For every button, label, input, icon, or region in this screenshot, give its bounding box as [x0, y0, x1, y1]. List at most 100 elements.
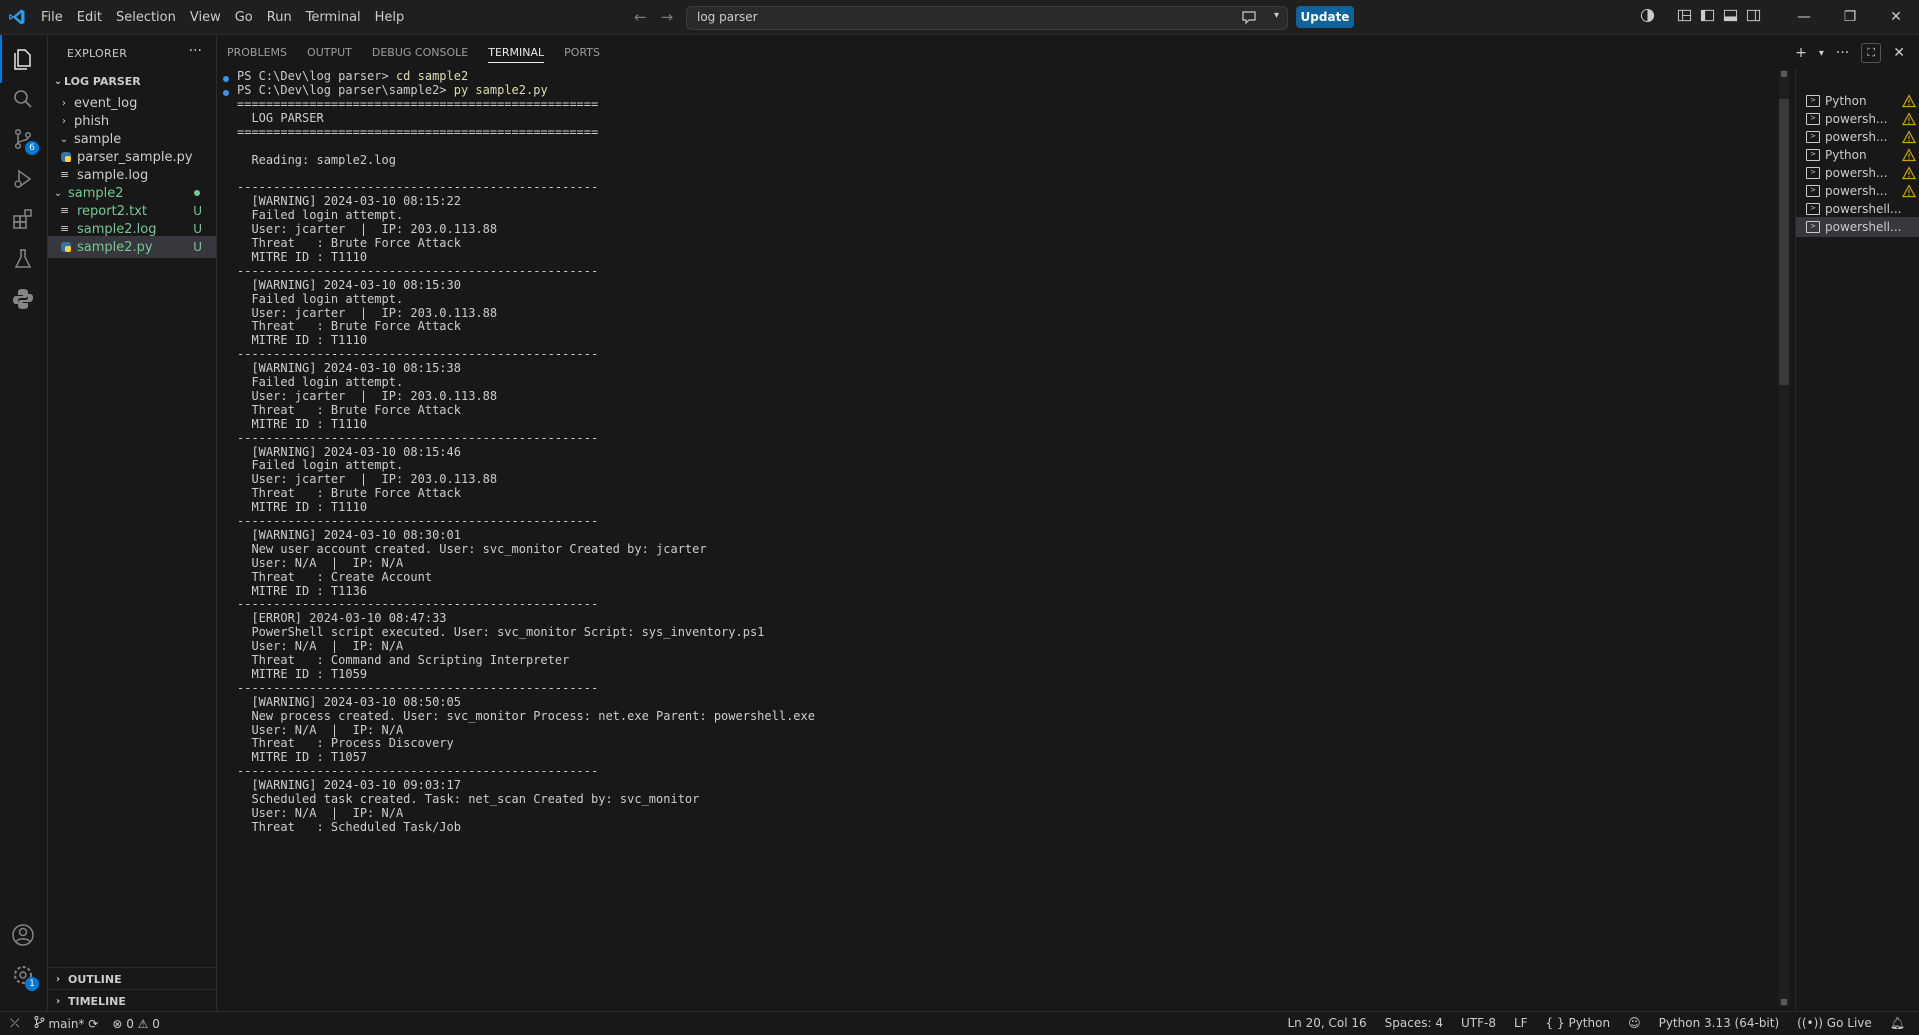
python-icon[interactable]	[11, 287, 35, 311]
terminal-item-label: powersh...	[1825, 130, 1888, 144]
log-file-icon: ≡	[60, 168, 70, 181]
minimize-icon[interactable]: —	[1781, 0, 1827, 34]
testing-icon[interactable]	[11, 247, 35, 271]
explorer-icon[interactable]	[0, 35, 35, 83]
terminal-icon: >	[1806, 149, 1820, 161]
explorer-root-folder[interactable]: ⌄ LOG PARSER	[48, 70, 216, 92]
remote-icon[interactable]: ⤫	[10, 1016, 20, 1031]
copilot-status-icon[interactable]: ☺	[1628, 1016, 1641, 1030]
scroll-down-icon[interactable]	[1781, 999, 1787, 1005]
terminal-item-powershell-active[interactable]: > powershell...	[1796, 217, 1919, 237]
menu-run[interactable]: Run	[260, 10, 299, 25]
tab-ports[interactable]: PORTS	[554, 35, 610, 69]
git-branch-icon	[34, 1016, 45, 1028]
indentation[interactable]: Spaces: 4	[1385, 1016, 1443, 1030]
run-debug-icon[interactable]	[11, 167, 35, 191]
accounts-icon[interactable]	[11, 923, 35, 947]
toggle-panel-icon[interactable]	[1723, 8, 1738, 23]
terminal-icon: >	[1806, 203, 1820, 215]
scrollbar-thumb[interactable]	[1779, 99, 1789, 385]
terminal-item-powershell[interactable]: > powersh...	[1796, 109, 1919, 129]
warning-icon	[1902, 130, 1916, 144]
chevron-down-icon[interactable]: ▾	[1819, 48, 1824, 59]
tree-item-label: sample2.py	[77, 239, 153, 255]
more-actions-icon[interactable]: ···	[1836, 45, 1849, 61]
chevron-down-icon[interactable]: ▾	[1274, 10, 1279, 21]
menu-go[interactable]: Go	[228, 10, 260, 25]
tree-item-label: sample2.log	[77, 221, 157, 237]
tab-output[interactable]: OUTPUT	[297, 35, 362, 69]
terminal-item-powershell[interactable]: > powersh...	[1796, 181, 1919, 201]
scroll-up-icon[interactable]	[1781, 71, 1787, 77]
copilot-icon[interactable]	[1640, 8, 1655, 23]
cursor-position[interactable]: Ln 20, Col 16	[1288, 1016, 1367, 1030]
terminal-icon: >	[1806, 167, 1820, 179]
restore-icon[interactable]: ❐	[1827, 0, 1873, 34]
sync-icon[interactable]: ⟳	[88, 1017, 98, 1031]
terminal-output[interactable]: PS C:\Dev\log parser> cd sample2 PS C:\D…	[217, 69, 1767, 1010]
tree-item-label: report2.txt	[77, 203, 147, 219]
update-button[interactable]: Update	[1296, 6, 1354, 28]
menu-view[interactable]: View	[183, 10, 228, 25]
python-interpreter[interactable]: Python 3.13 (64-bit)	[1659, 1016, 1780, 1030]
explorer-title: EXPLORER	[67, 47, 128, 60]
extensions-icon[interactable]	[11, 207, 35, 231]
notifications-bell-icon[interactable]: 🔔︎	[1890, 1016, 1905, 1030]
tree-item-label: event_log	[74, 95, 138, 111]
warning-count: 0	[152, 1016, 160, 1031]
menu-edit[interactable]: Edit	[70, 10, 109, 25]
more-actions-icon[interactable]: ···	[189, 43, 202, 59]
customize-layout-icon[interactable]	[1677, 8, 1692, 23]
terminal-item-powershell[interactable]: > powersh...	[1796, 127, 1919, 147]
terminal-item-python[interactable]: > Python	[1796, 145, 1919, 165]
terminal-item-label: powersh...	[1825, 166, 1888, 180]
close-window-icon[interactable]: ✕	[1873, 0, 1919, 34]
menu-file[interactable]: File	[34, 10, 70, 25]
tree-item-sample2-py[interactable]: sample2.py U	[48, 236, 216, 258]
tree-item-label: parser_sample.py	[77, 149, 193, 165]
chevron-right-icon: ›	[55, 973, 61, 985]
chat-icon[interactable]	[1241, 9, 1257, 25]
settings-gear-icon[interactable]: 1	[11, 963, 39, 991]
terminal-tabs-list: > Python > powersh... > powersh... > Pyt…	[1795, 69, 1919, 1010]
end-of-line[interactable]: LF	[1514, 1016, 1528, 1030]
terminal-item-powershell[interactable]: > powersh...	[1796, 163, 1919, 183]
problems-status[interactable]: ⊗ 0 ⚠ 0	[112, 1017, 160, 1031]
tree-item-label: sample.log	[77, 167, 149, 183]
branch-status[interactable]: main* ⟳	[34, 1016, 98, 1031]
arrow-forward-icon[interactable]: →	[661, 8, 674, 26]
menu-terminal[interactable]: Terminal	[299, 10, 368, 25]
tab-problems[interactable]: PROBLEMS	[217, 35, 297, 69]
terminal-item-label: powersh...	[1825, 184, 1888, 198]
layout-controls	[1640, 8, 1761, 23]
menu-help[interactable]: Help	[368, 10, 412, 25]
tab-debug-console[interactable]: DEBUG CONSOLE	[362, 35, 478, 69]
outline-section[interactable]: › OUTLINE	[48, 967, 216, 990]
terminal-item-python[interactable]: > Python	[1796, 91, 1919, 111]
git-status-badge: U	[193, 240, 202, 254]
source-control-icon[interactable]: 6	[11, 127, 39, 155]
git-status-badge: U	[193, 204, 202, 218]
chevron-down-icon: ⌄	[53, 75, 63, 87]
toggle-primary-sidebar-icon[interactable]	[1700, 8, 1715, 23]
status-left: ⤫ main* ⟳ ⊗ 0 ⚠ 0	[10, 1016, 160, 1031]
go-live[interactable]: ((•)) Go Live	[1797, 1016, 1872, 1030]
terminal-item-label: Python	[1825, 148, 1867, 162]
encoding[interactable]: UTF-8	[1461, 1016, 1496, 1030]
terminal-line: ========================================…	[237, 124, 599, 139]
language-label: Python	[1568, 1016, 1611, 1030]
search-icon[interactable]	[11, 87, 35, 111]
arrow-back-icon[interactable]: ←	[634, 8, 647, 26]
status-bar: ⤫ main* ⟳ ⊗ 0 ⚠ 0 Ln 20, Col 16 Spaces: …	[0, 1011, 1919, 1035]
close-panel-icon[interactable]: ✕	[1893, 45, 1905, 61]
language-mode[interactable]: { } Python	[1546, 1016, 1611, 1030]
menu-selection[interactable]: Selection	[109, 10, 183, 25]
terminal-scrollbar[interactable]	[1779, 69, 1789, 1007]
toggle-secondary-sidebar-icon[interactable]	[1746, 8, 1761, 23]
tab-terminal[interactable]: TERMINAL	[478, 35, 554, 69]
maximize-panel-icon[interactable]: ⛶	[1861, 43, 1882, 63]
new-terminal-icon[interactable]: +	[1795, 45, 1807, 61]
timeline-section[interactable]: › TIMELINE	[48, 989, 216, 1012]
terminal-item-powershell[interactable]: > powershell...	[1796, 199, 1919, 219]
command-center-search[interactable]: log parser ▾	[686, 6, 1288, 30]
